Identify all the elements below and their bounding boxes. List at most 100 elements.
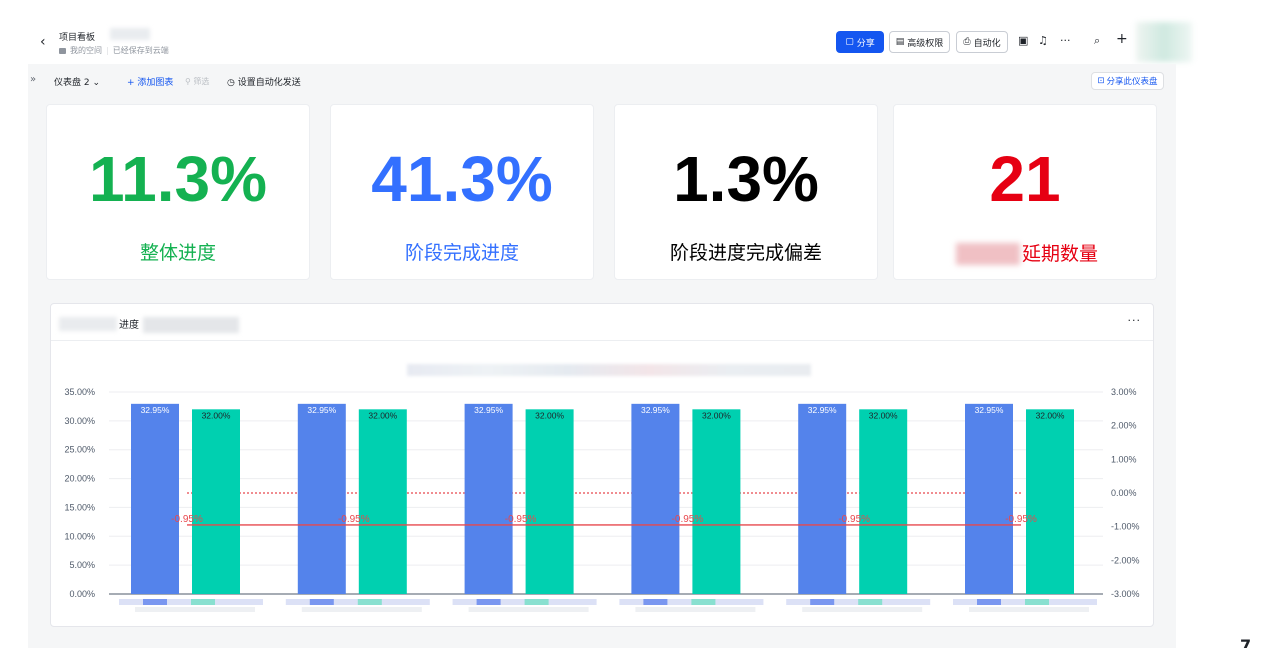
dashboard-selector[interactable]: 仪表盘 2 ⌄ — [54, 75, 100, 88]
left-axis-tick: 20.00% — [64, 474, 95, 484]
expand-sidebar-icon[interactable]: » — [30, 74, 36, 85]
bar-series-2 — [859, 409, 908, 594]
kpi-label: 延期数量 — [1022, 243, 1099, 265]
lock-share-icon: ⊡ — [1097, 76, 1105, 86]
category-label-redaction — [191, 599, 215, 605]
right-axis-tick: 0.00% — [1111, 488, 1137, 498]
plus-icon[interactable]: + — [1116, 31, 1128, 47]
more-icon[interactable]: ··· — [1060, 34, 1071, 47]
add-chart-button[interactable]: + 添加图表 — [127, 75, 173, 88]
filter-button[interactable]: ⚲ 筛选 — [185, 76, 209, 87]
kpi-label: 整体进度 — [139, 242, 216, 264]
permission-button-label: 高级权限 — [907, 38, 944, 49]
breadcrumb-space[interactable]: 我的空间 — [70, 45, 102, 56]
bar-line-chart: 0.00% 5.00% 10.00% 15.00% 20.00% 25.00% 30.00%… — [64, 387, 1140, 612]
category-label-redaction — [858, 599, 883, 605]
share-doc-icon: ▢ — [845, 37, 854, 47]
panel-title: 进度 — [119, 320, 139, 331]
auto-send-button[interactable]: ◷ 设置自动化发送 — [227, 75, 301, 88]
title-redaction — [110, 28, 150, 40]
bar-label: 32.95% — [975, 405, 1004, 415]
left-axis-tick: 30.00% — [64, 416, 95, 426]
line-label: -0.95% — [1005, 514, 1037, 525]
add-chart-label: 添加图表 — [137, 78, 174, 88]
kpi-card-stage-deviation[interactable]: 1.3% 阶段进度完成偏差 — [614, 104, 878, 280]
right-axis-tick: -3.00% — [1111, 589, 1140, 599]
progress-chart-panel: 进度 ··· 0.00% 5.00% 10.00% 15.00% 20.00% 25.00… — [50, 303, 1154, 627]
bar-series-1 — [631, 403, 680, 594]
chevron-down-icon: ⌄ — [92, 78, 101, 88]
category-label-redaction — [1025, 599, 1049, 605]
kpi-card-delay-count[interactable]: 21 延期数量 — [893, 104, 1157, 280]
bar-label: 32.00% — [869, 410, 898, 420]
auto-send-label: 设置自动化发送 — [237, 78, 301, 88]
bar-label: 32.00% — [702, 410, 731, 420]
search-icon[interactable]: ⌕ — [1094, 34, 1100, 48]
automation-button-label: 自动化 — [973, 38, 1001, 49]
category-label-redaction — [969, 607, 1089, 612]
bar-series-2 — [525, 409, 574, 594]
line-label: -0.95% — [505, 514, 537, 525]
kpi-value: 1.3% — [673, 143, 819, 215]
title-redaction — [59, 317, 117, 331]
kpi-value: 41.3% — [371, 143, 553, 215]
bar-label: 32.95% — [141, 405, 170, 415]
category-label-redaction — [143, 599, 167, 605]
line-label: -0.95% — [672, 514, 704, 525]
kpi-label: 阶段完成进度 — [404, 242, 519, 264]
filter-label: 筛选 — [193, 77, 210, 86]
category-label-redaction — [643, 599, 668, 605]
bar-series-1 — [798, 403, 847, 594]
share-dashboard-label: 分享此仪表盘 — [1106, 77, 1158, 87]
kpi-card-overall-progress[interactable]: 11.3% 整体进度 — [46, 104, 310, 280]
clock-icon: ◷ — [227, 78, 235, 88]
share-button[interactable]: ▢ 分享 — [836, 31, 884, 53]
left-axis-tick: 0.00% — [69, 589, 95, 599]
right-axis-tick: 1.00% — [1111, 454, 1137, 464]
bar-series-2 — [192, 409, 240, 594]
bar-label: 32.00% — [1036, 410, 1065, 420]
bar-series-2 — [1026, 409, 1074, 594]
permission-button[interactable]: ▤ 高级权限 — [889, 31, 950, 53]
edge-glyph: 7 — [1240, 636, 1252, 648]
panel-more-icon[interactable]: ··· — [1128, 314, 1142, 327]
bar-label: 32.00% — [535, 410, 564, 420]
category-label-redaction — [452, 599, 597, 605]
category-label-redaction — [802, 607, 923, 612]
bar-series-1 — [131, 403, 179, 594]
kpi-value: 21 — [989, 143, 1061, 215]
left-axis-tick: 35.00% — [64, 387, 95, 397]
share-button-label: 分享 — [856, 38, 875, 49]
kpi-label-redaction — [956, 243, 1020, 265]
category-label-redaction — [977, 599, 1001, 605]
line-label: -0.95% — [838, 514, 870, 525]
dashboard-name: 仪表盘 2 — [54, 78, 90, 88]
share-dashboard-button[interactable]: ⊡ 分享此仪表盘 — [1091, 72, 1164, 90]
right-axis-tick: -1.00% — [1111, 522, 1140, 532]
bar-series-1 — [464, 403, 513, 594]
avatar[interactable] — [1136, 22, 1192, 62]
kpi-card-stage-progress[interactable]: 41.3% 阶段完成进度 — [330, 104, 594, 280]
bar-series-2 — [692, 409, 741, 594]
category-label-redaction — [135, 607, 255, 612]
present-icon[interactable]: ▣ — [1018, 34, 1028, 47]
save-status: 已经保存到云端 — [112, 46, 169, 55]
right-axis-tick: 2.00% — [1111, 421, 1137, 431]
line-label: -0.95% — [171, 514, 203, 525]
permission-icon: ▤ — [895, 37, 905, 47]
category-label-redaction — [476, 599, 501, 605]
bell-icon[interactable]: ♫ — [1038, 34, 1048, 47]
category-label-redaction — [301, 607, 422, 612]
left-axis-tick: 25.00% — [64, 445, 95, 455]
automation-button[interactable]: ⎙ 自动化 — [956, 31, 1008, 53]
back-icon[interactable]: ‹ — [40, 34, 46, 50]
category-label-redaction — [357, 599, 382, 605]
left-axis-tick: 15.00% — [64, 502, 95, 512]
left-axis-tick: 5.00% — [69, 560, 95, 570]
category-label-redaction — [309, 599, 334, 605]
robot-icon: ⎙ — [963, 37, 971, 47]
kpi-label: 阶段进度完成偏差 — [669, 242, 822, 264]
category-label-redaction — [691, 599, 716, 605]
bar-series-1 — [965, 403, 1013, 594]
bar-label: 32.00% — [368, 410, 397, 420]
